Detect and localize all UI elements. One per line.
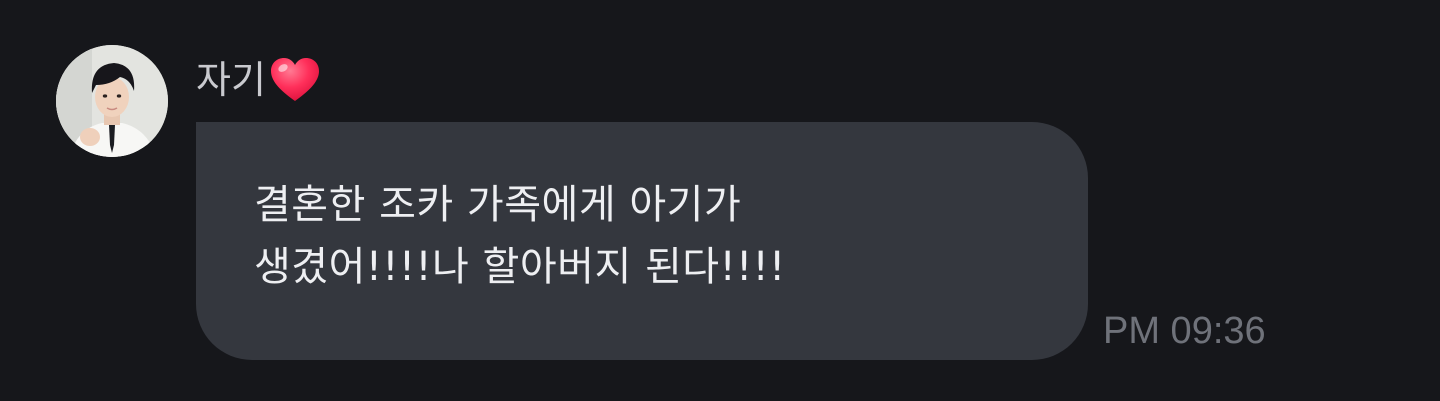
- message-text-line-1: 결혼한 조카 가족에게 아기가: [254, 182, 742, 228]
- message-bubble[interactable]: 결혼한 조카 가족에게 아기가 생겼어!!!!나 할아버지 된다!!!!: [196, 122, 1088, 360]
- chat-message-row: 자기 결혼한 조카 가족에게 아기가 생겼어!!!!나 할아버지 된다!!!! …: [0, 0, 1440, 401]
- sender-name-row: 자기: [196, 52, 322, 108]
- message-timestamp: PM 09:36: [1103, 310, 1266, 352]
- avatar[interactable]: [56, 45, 168, 157]
- sender-name: 자기: [196, 58, 266, 102]
- message-text-line-2: 생겼어!!!!나 할아버지 된다!!!!: [254, 244, 786, 290]
- profile-photo-icon: [56, 45, 168, 157]
- red-heart-icon: [268, 55, 322, 105]
